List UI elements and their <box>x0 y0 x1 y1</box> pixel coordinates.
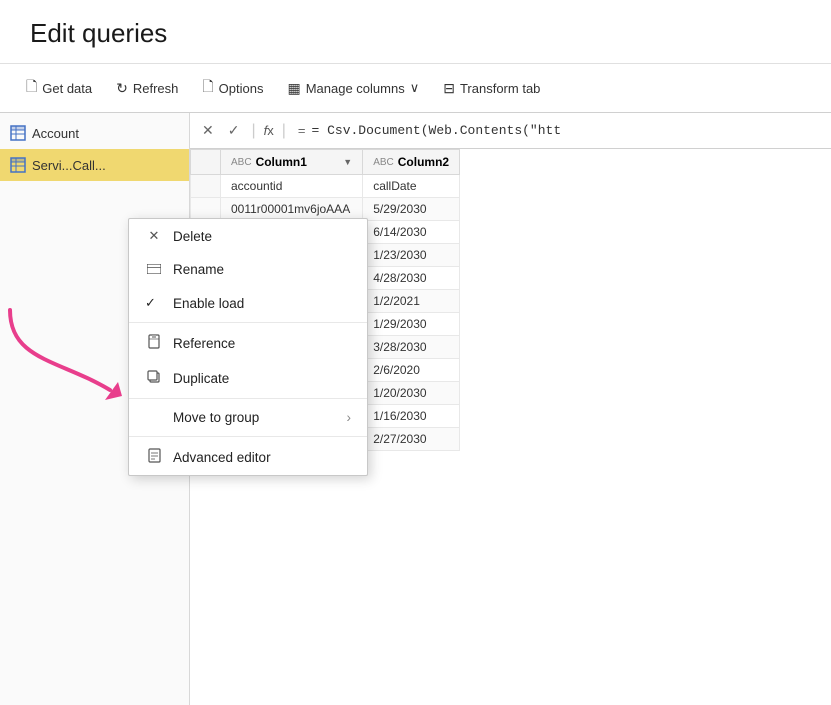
formula-content: = Csv.Document(Web.Contents("htt <box>312 123 562 138</box>
page-title: Edit queries <box>30 18 801 49</box>
col2-cell: 2/27/2030 <box>363 428 460 451</box>
table-row: accountidcallDate <box>191 175 460 198</box>
formula-equals: = <box>298 123 306 138</box>
col2-cell: 1/2/2021 <box>363 290 460 313</box>
col1-filter-button[interactable]: ▼ <box>343 157 352 167</box>
table-icon-account <box>10 125 26 141</box>
advanced-editor-label: Advanced editor <box>173 450 271 465</box>
enable-load-label: Enable load <box>173 296 244 311</box>
advanced-editor-icon <box>145 448 163 466</box>
ctx-divider-3 <box>129 436 367 437</box>
ctx-reference[interactable]: Reference <box>129 325 367 361</box>
title-area: Edit queries <box>0 0 831 64</box>
main-content: Account Servi...Call... ✕ ✓ | fx | = = C… <box>0 113 831 705</box>
col2-cell: 1/29/2030 <box>363 313 460 336</box>
transform-icon: ⊟ <box>443 80 455 97</box>
get-data-icon: 🗋 <box>26 76 37 100</box>
refresh-icon: ↻ <box>116 80 128 97</box>
col2-cell: 4/28/2030 <box>363 267 460 290</box>
ctx-advanced-editor[interactable]: Advanced editor <box>129 439 367 475</box>
col2-cell: 1/20/2030 <box>363 382 460 405</box>
column1-header[interactable]: ABC Column1 ▼ <box>221 150 363 175</box>
rename-label: Rename <box>173 262 224 277</box>
cancel-formula-button[interactable]: ✕ <box>198 120 218 141</box>
ctx-divider-2 <box>129 398 367 399</box>
manage-columns-icon: ▦ <box>287 80 300 97</box>
move-to-group-label: Move to group <box>173 410 259 425</box>
delete-icon: ✕ <box>145 228 163 244</box>
col2-label: Column2 <box>398 155 449 169</box>
transform-button[interactable]: ⊟ Transform tab <box>433 74 550 103</box>
move-to-group-arrow: › <box>347 410 352 425</box>
col2-cell: 2/6/2020 <box>363 359 460 382</box>
ctx-move-to-group[interactable]: Move to group › <box>129 401 367 434</box>
formula-bar: ✕ ✓ | fx | = = Csv.Document(Web.Contents… <box>190 113 831 149</box>
delete-label: Delete <box>173 229 212 244</box>
service-call-label: Servi...Call... <box>32 158 106 173</box>
col2-type: ABC <box>373 157 394 168</box>
formula-separator: | <box>251 122 255 140</box>
ctx-enable-load[interactable]: ✓ Enable load <box>129 286 367 320</box>
options-icon: 🗋 <box>202 76 213 100</box>
col2-cell: 3/28/2030 <box>363 336 460 359</box>
formula-eq: | <box>282 122 286 140</box>
duplicate-icon <box>145 370 163 387</box>
row-number <box>191 175 221 198</box>
ctx-delete[interactable]: ✕ Delete <box>129 219 367 253</box>
col2-cell: 6/14/2030 <box>363 221 460 244</box>
col1-cell: accountid <box>221 175 363 198</box>
col2-cell: callDate <box>363 175 460 198</box>
rename-icon <box>145 262 163 277</box>
ctx-divider-1 <box>129 322 367 323</box>
function-icon: fx <box>264 123 274 138</box>
ctx-rename[interactable]: Rename <box>129 253 367 286</box>
row-num-header <box>191 150 221 175</box>
toolbar: 🗋 Get data ↻ Refresh 🗋 Options ▦ Manage … <box>0 64 831 113</box>
reference-icon <box>145 334 163 352</box>
col2-cell: 1/23/2030 <box>363 244 460 267</box>
enable-load-check: ✓ <box>145 295 163 311</box>
confirm-formula-button[interactable]: ✓ <box>224 120 244 141</box>
col1-type: ABC <box>231 157 252 168</box>
refresh-button[interactable]: ↻ Refresh <box>106 74 188 103</box>
col2-cell: 5/29/2030 <box>363 198 460 221</box>
col1-label: Column1 <box>256 155 307 169</box>
column2-header[interactable]: ABC Column2 <box>363 150 460 175</box>
get-data-button[interactable]: 🗋 Get data <box>16 70 102 106</box>
col2-cell: 1/16/2030 <box>363 405 460 428</box>
account-label: Account <box>32 126 79 141</box>
context-menu: ✕ Delete Rename ✓ Enable load Reference … <box>128 218 368 476</box>
query-item-account[interactable]: Account <box>0 117 189 149</box>
reference-label: Reference <box>173 336 235 351</box>
manage-columns-chevron: ∨ <box>410 80 420 96</box>
options-button[interactable]: 🗋 Options <box>192 70 273 106</box>
table-icon-service-call <box>10 157 26 173</box>
query-item-service-call[interactable]: Servi...Call... <box>0 149 189 181</box>
duplicate-label: Duplicate <box>173 371 229 386</box>
manage-columns-button[interactable]: ▦ Manage columns ∨ <box>277 74 429 103</box>
ctx-duplicate[interactable]: Duplicate <box>129 361 367 396</box>
